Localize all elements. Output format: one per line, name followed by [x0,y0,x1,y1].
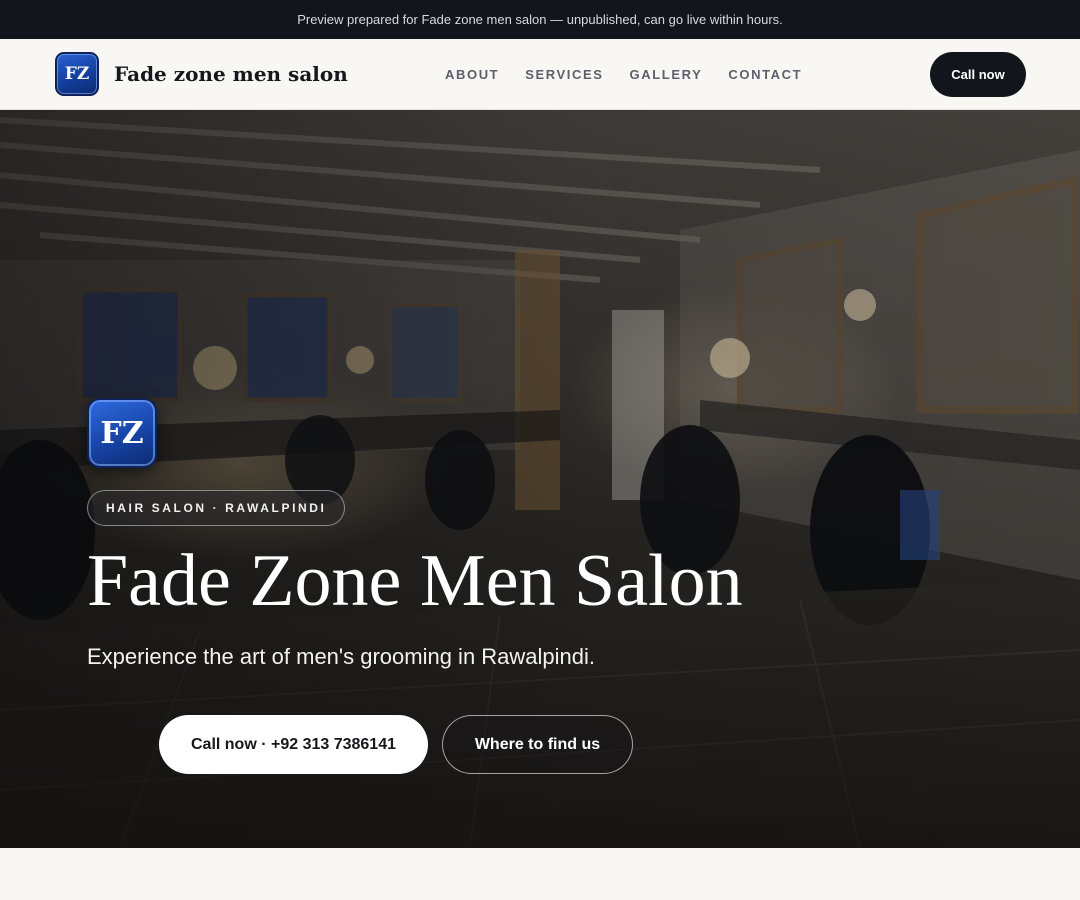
hero-title: Fade Zone Men Salon [87,540,743,622]
announcement-text: Preview prepared for Fade zone men salon… [297,12,783,27]
menu-item-about[interactable]: ABOUT [445,67,499,82]
menu-item-services[interactable]: SERVICES [525,67,603,82]
hero-section: FZ HAIR SALON · RAWALPINDI Fade Zone Men… [0,110,1080,848]
category-badge: HAIR SALON · RAWALPINDI [87,490,346,526]
announcement-bar: Preview prepared for Fade zone men salon… [0,0,1080,39]
find-us-button[interactable]: Where to find us [442,715,633,774]
brand[interactable]: FZ Fade zone men salon [55,52,348,96]
brand-name[interactable]: Fade zone men salon [114,62,348,86]
menu-item-gallery[interactable]: GALLERY [630,67,703,82]
header-call-button[interactable]: Call now [930,52,1026,97]
site-header: FZ Fade zone men salon ABOUT SERVICES GA… [0,39,1080,110]
brand-logo[interactable]: FZ [55,52,99,96]
hero-subtitle: Experience the art of men's grooming in … [87,644,596,669]
call-now-button[interactable]: Call now · +92 313 7386141 [159,715,428,774]
hero-content: FZ HAIR SALON · RAWALPINDI Fade Zone Men… [87,398,743,670]
hero-logo: FZ [87,398,157,468]
main-menu: ABOUT SERVICES GALLERY CONTACT [445,39,828,110]
menu-item-contact[interactable]: CONTACT [728,67,802,82]
